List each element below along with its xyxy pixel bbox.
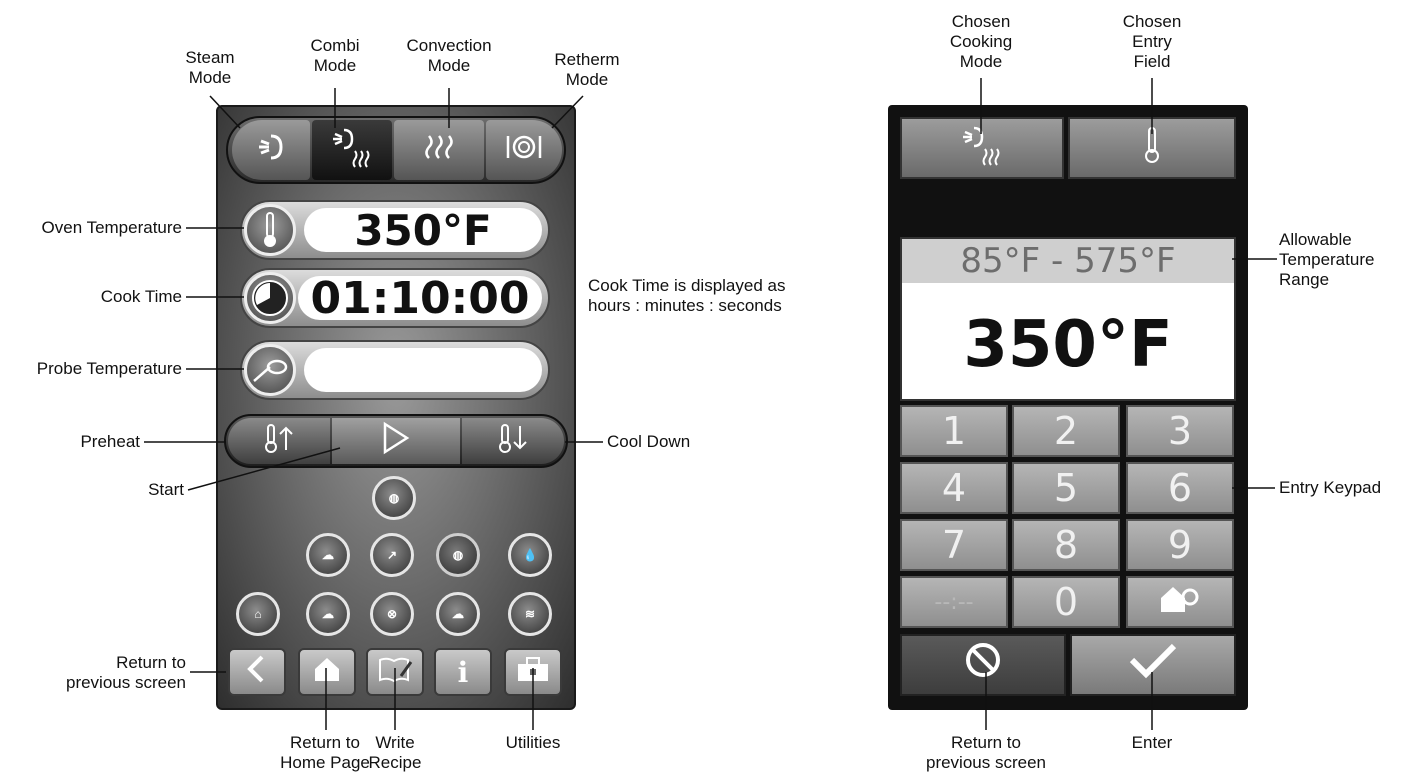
preheat-button[interactable] <box>228 418 330 464</box>
preheat-callout: Preheat <box>80 432 140 451</box>
write-recipe-button[interactable] <box>366 648 424 696</box>
key-2[interactable]: 2 <box>1012 405 1120 457</box>
convection-icon <box>419 130 459 171</box>
bubble-icon: ◍ <box>388 491 400 505</box>
retherm-icon <box>503 130 545 171</box>
info-icon: i <box>457 655 469 689</box>
cook-time-note: Cook Time is displayed as hours : minute… <box>588 276 786 315</box>
toolbox-icon <box>515 655 551 690</box>
cool-down-icon <box>496 422 530 461</box>
utilities-callout: Utilities <box>505 733 561 752</box>
entry-keypad-callout: Entry Keypad <box>1279 478 1382 497</box>
steam-clean-button[interactable]: ☁ <box>306 533 350 577</box>
chosen-entry-field-callout: Chosen Entry Field <box>1122 12 1182 71</box>
favorite-bubble-button[interactable]: ◍ <box>372 476 416 520</box>
utilities-button[interactable] <box>504 648 562 696</box>
allowable-range-callout: Allowable Temperature Range <box>1279 230 1375 289</box>
timer-icon <box>244 272 296 324</box>
home-button[interactable] <box>298 648 356 696</box>
cook-time-value: 01:10:00 <box>298 273 542 324</box>
droplet-icon: 💧 <box>522 548 538 562</box>
cook-time-callout: Cook Time <box>100 287 182 306</box>
checkmark-icon <box>1126 640 1180 690</box>
blank-bubble-button[interactable]: ◍ <box>436 533 480 577</box>
combi-icon <box>959 123 1005 174</box>
oven-temperature-value: 350°F <box>304 206 542 255</box>
steam-vent-button[interactable]: ☁ <box>306 592 350 636</box>
retherm-mode-button[interactable] <box>486 120 562 180</box>
start-callout: Start <box>148 480 184 499</box>
probe-hold-button[interactable]: ⌂ <box>236 592 280 636</box>
fan-icon: ⊗ <box>386 607 398 621</box>
oven-temperature-field[interactable]: 350°F <box>240 200 550 260</box>
convection-mode-button[interactable] <box>394 120 484 180</box>
chosen-cooking-mode-callout: Chosen Cooking Mode <box>949 12 1013 71</box>
cloud-icon: ☁ <box>322 548 334 562</box>
probe-temperature-field[interactable] <box>240 340 550 400</box>
allowable-range: 85°F - 575°F <box>902 239 1234 283</box>
temperature-entry-display: 85°F - 575°F 350°F <box>900 237 1236 401</box>
return-previous-callout-left: Return to previous screen <box>65 653 186 692</box>
key-home-settings[interactable] <box>1126 576 1234 628</box>
key-4[interactable]: 4 <box>900 462 1008 514</box>
combi-mode-button[interactable] <box>312 120 392 180</box>
recipe-icon <box>377 654 413 691</box>
convection-mode-callout: Convection Mode <box>406 36 492 75</box>
key-3[interactable]: 3 <box>1126 405 1234 457</box>
probe-temperature-callout: Probe Temperature <box>36 359 182 378</box>
chosen-mode-button[interactable] <box>900 117 1064 179</box>
chef-arrow-icon: ↗ <box>386 548 398 562</box>
oven-temperature-callout: Oven Temperature <box>41 218 182 237</box>
key-time-separator[interactable]: --:-- <box>900 576 1008 628</box>
combi-icon <box>329 125 375 176</box>
entry-value: 350°F <box>963 308 1173 382</box>
steam-cloud-icon: ☁ <box>322 607 334 621</box>
smoke-button[interactable]: ≋ <box>508 592 552 636</box>
steam-icon <box>251 130 291 171</box>
key-0[interactable]: 0 <box>1012 576 1120 628</box>
back-icon <box>244 654 270 691</box>
cool-down-callout: Cool Down <box>607 432 691 451</box>
chosen-entry-field-button[interactable] <box>1068 117 1236 179</box>
enter-callout: Enter <box>1131 733 1173 752</box>
probe-temperature-value <box>304 348 542 392</box>
key-6[interactable]: 6 <box>1126 462 1234 514</box>
probe-icon <box>244 344 296 396</box>
key-5[interactable]: 5 <box>1012 462 1120 514</box>
cancel-button[interactable] <box>900 634 1066 696</box>
thermometer-icon <box>1142 125 1162 172</box>
humidity-button[interactable]: 💧 <box>508 533 552 577</box>
chef-up-button[interactable]: ↗ <box>370 533 414 577</box>
combi-mode-callout: Combi Mode <box>310 36 360 75</box>
cancel-icon <box>963 640 1003 690</box>
fan-100-button[interactable]: ⊗ <box>370 592 414 636</box>
key-9[interactable]: 9 <box>1126 519 1234 571</box>
retherm-mode-callout: Retherm Mode <box>554 50 620 89</box>
steam-mode-callout: Steam Mode <box>185 48 235 87</box>
key-1[interactable]: 1 <box>900 405 1008 457</box>
back-button[interactable] <box>228 648 286 696</box>
home-gear-icon <box>1158 580 1202 624</box>
start-button[interactable] <box>332 418 460 464</box>
info-button[interactable]: i <box>434 648 492 696</box>
key-8[interactable]: 8 <box>1012 519 1120 571</box>
enter-button[interactable] <box>1070 634 1236 696</box>
cool-down-button[interactable] <box>462 418 564 464</box>
humidity-100-button[interactable]: ☁ <box>436 592 480 636</box>
preheat-icon <box>262 422 296 461</box>
steam-mode-button[interactable] <box>232 120 310 180</box>
humidity-cloud-icon: ☁ <box>452 607 464 621</box>
smoke-icon: ≋ <box>524 607 536 621</box>
key-7[interactable]: 7 <box>900 519 1008 571</box>
probe-hold-icon: ⌂ <box>254 607 262 621</box>
cook-time-field[interactable]: 01:10:00 <box>240 268 550 328</box>
return-previous-callout-right: Return to previous screen <box>925 733 1046 772</box>
home-icon <box>312 655 342 690</box>
write-recipe-callout: Write Recipe <box>368 733 422 772</box>
thermometer-icon <box>244 204 296 256</box>
play-icon <box>381 421 411 462</box>
bubble-icon: ◍ <box>452 548 464 562</box>
